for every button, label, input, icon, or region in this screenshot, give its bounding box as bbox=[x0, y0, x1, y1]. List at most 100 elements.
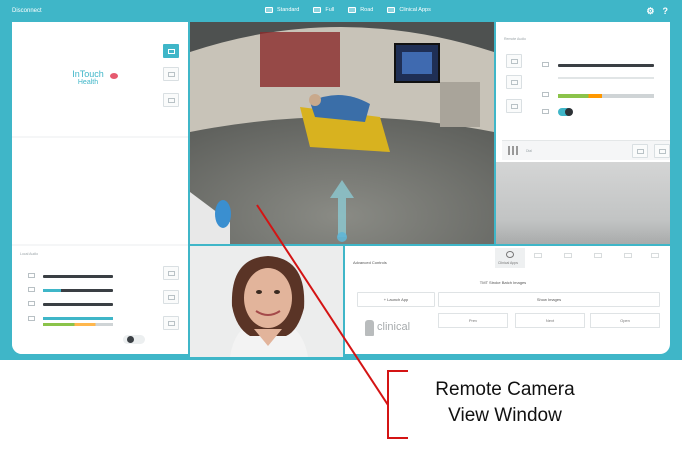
remote-toggle[interactable] bbox=[558, 108, 573, 116]
clinical-logo-icon bbox=[365, 320, 374, 336]
road-icon bbox=[348, 7, 357, 13]
nav-standard-label: Standard bbox=[277, 7, 300, 13]
clinical-logo-text: clinical bbox=[377, 321, 411, 333]
remote-screen-button[interactable] bbox=[506, 54, 522, 68]
app-header-text: TMT Stroke Batch Images bbox=[479, 280, 527, 285]
logo-line1: InTouch bbox=[72, 69, 104, 79]
tab-placeholder-1[interactable] bbox=[530, 251, 548, 261]
remote-audio-label: Remote Audio bbox=[504, 37, 526, 41]
view-toggle-button-3[interactable] bbox=[163, 93, 179, 107]
launch-app-label: + Launch App bbox=[383, 297, 409, 302]
remote-toggle-knob bbox=[565, 108, 573, 116]
top-bar: Disconnect Standard Full Road Clinical A… bbox=[0, 0, 682, 22]
camera-icon bbox=[168, 295, 175, 300]
remote-volume-icon bbox=[542, 92, 549, 97]
dial-bar: Dial bbox=[502, 140, 670, 160]
volume-icon bbox=[28, 301, 35, 306]
logo-card: InTouch Health bbox=[12, 22, 188, 136]
clinical-logo: clinical bbox=[365, 318, 435, 338]
callout-line1: Remote Camera bbox=[435, 379, 575, 400]
remote-camera-view[interactable] bbox=[190, 22, 494, 244]
remote-camera-button[interactable] bbox=[506, 75, 522, 89]
launch-app-button[interactable]: + Launch App bbox=[357, 292, 435, 307]
screen-icon bbox=[511, 59, 518, 64]
show-images-label: Show Images bbox=[536, 297, 562, 302]
volume-slider[interactable] bbox=[43, 303, 113, 306]
tab-icon bbox=[564, 253, 572, 258]
left-panel: InTouch Health Local Audio bbox=[12, 22, 188, 354]
local-video-button[interactable] bbox=[163, 266, 179, 280]
tab-placeholder-5[interactable] bbox=[647, 251, 665, 261]
mic-icon bbox=[28, 287, 35, 292]
keypad-icon[interactable] bbox=[508, 146, 518, 155]
person-icon bbox=[659, 149, 666, 154]
next-button[interactable]: Next bbox=[515, 313, 585, 328]
toggle-knob bbox=[127, 336, 134, 343]
monitor-icon bbox=[265, 7, 273, 13]
dial-video-button[interactable] bbox=[632, 144, 648, 158]
tab-icon bbox=[651, 253, 659, 258]
privacy-toggle[interactable] bbox=[123, 335, 145, 344]
tab-placeholder-3[interactable] bbox=[590, 251, 608, 261]
nav-road[interactable]: Road bbox=[348, 7, 373, 13]
remote-light-bar bbox=[558, 77, 654, 79]
nav-full-label: Full bbox=[325, 7, 335, 13]
nav-road-label: Road bbox=[360, 7, 374, 13]
fullscreen-icon bbox=[313, 7, 322, 13]
callout-bracket bbox=[387, 370, 408, 439]
remote-mic-icon bbox=[542, 109, 549, 114]
nav-clinical-apps[interactable]: Clinical Apps bbox=[387, 7, 431, 13]
logo-line2: Health bbox=[77, 79, 99, 86]
view-toggle-button-1[interactable] bbox=[163, 44, 179, 58]
open-button[interactable]: Open bbox=[590, 313, 660, 328]
tab-icon bbox=[624, 253, 632, 258]
level-bar-blue bbox=[43, 317, 113, 320]
dial-label: Dial bbox=[526, 149, 533, 153]
speaker-volume-slider[interactable] bbox=[43, 275, 113, 278]
screen-icon bbox=[168, 72, 175, 77]
speaker-icon bbox=[28, 273, 35, 278]
nav-clinical-apps-label: Clinical Apps bbox=[399, 7, 431, 13]
apps-tab-icon bbox=[506, 251, 514, 258]
clinical-apps-panel: Advanced Controls Clinical Apps TMT Stro… bbox=[345, 246, 670, 354]
local-audio-label: Local Audio bbox=[20, 252, 39, 256]
clinical-apps-tab-label: Clinical Apps bbox=[498, 261, 519, 265]
callout-label: Remote Camera View Window bbox=[410, 377, 600, 429]
remote-record-button[interactable] bbox=[506, 99, 522, 113]
remote-speaker-slider[interactable] bbox=[558, 64, 654, 67]
next-label: Next bbox=[545, 318, 555, 323]
callout-line2: View Window bbox=[448, 405, 562, 426]
screen-icon bbox=[168, 98, 175, 103]
tab-placeholder-4[interactable] bbox=[620, 251, 638, 261]
gear-icon[interactable]: ⚙ bbox=[646, 6, 654, 17]
logo-mark-icon bbox=[110, 73, 118, 79]
tab-placeholder-2[interactable] bbox=[560, 251, 578, 261]
camera-scene bbox=[190, 22, 494, 244]
show-images-button[interactable]: Show Images bbox=[438, 292, 660, 307]
camera-icon bbox=[511, 80, 518, 85]
record-button[interactable] bbox=[163, 316, 179, 330]
clinical-apps-tab[interactable]: Clinical Apps bbox=[495, 248, 525, 268]
apps-icon bbox=[387, 7, 396, 13]
help-button[interactable]: ? bbox=[663, 6, 669, 17]
dial-person-button[interactable] bbox=[654, 144, 670, 158]
room-preview bbox=[496, 162, 670, 244]
remote-speaker-icon bbox=[542, 62, 549, 67]
video-icon bbox=[637, 149, 644, 154]
tab-icon bbox=[594, 253, 602, 258]
video-icon bbox=[168, 271, 175, 276]
self-view-window[interactable] bbox=[190, 246, 343, 357]
prev-button[interactable]: Prev bbox=[438, 313, 508, 328]
self-view-image bbox=[190, 246, 343, 357]
level-icon bbox=[28, 316, 35, 321]
record-icon bbox=[168, 321, 175, 326]
advanced-controls-title: Advanced Controls bbox=[353, 260, 387, 265]
snapshot-button[interactable] bbox=[163, 290, 179, 304]
telehealth-app: Disconnect Standard Full Road Clinical A… bbox=[0, 0, 682, 360]
nav-full[interactable]: Full bbox=[313, 7, 334, 13]
view-toggle-button-2[interactable] bbox=[163, 67, 179, 81]
open-label: Open bbox=[620, 318, 630, 323]
disconnect-button[interactable]: Disconnect bbox=[12, 8, 42, 14]
remote-level-bar bbox=[558, 94, 654, 98]
nav-standard[interactable]: Standard bbox=[265, 7, 299, 13]
